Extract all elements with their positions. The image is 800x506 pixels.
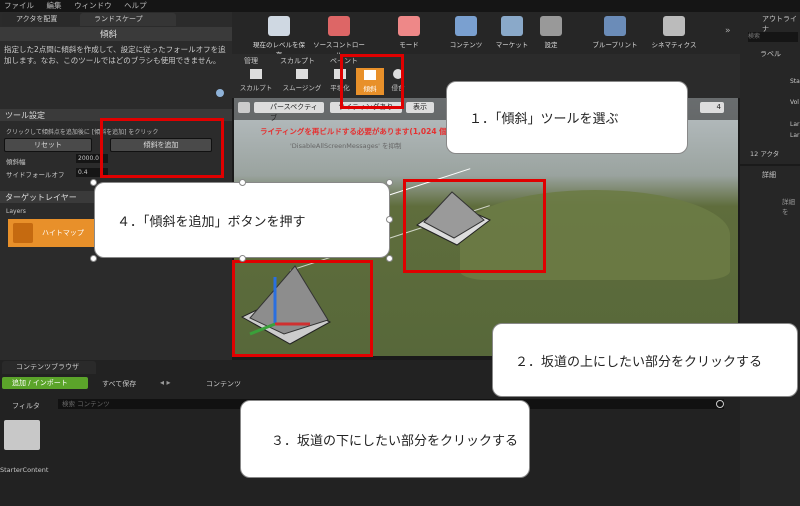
path-content[interactable]: コンテンツ xyxy=(206,379,241,389)
perspective-button[interactable]: パースペクティブ xyxy=(254,102,324,122)
save-all-button[interactable]: すべて保存 xyxy=(102,379,136,389)
cinematics-button[interactable]: シネマティクス xyxy=(645,14,703,54)
source-control-button[interactable]: ソースコントロール xyxy=(310,14,368,59)
folder-icon[interactable] xyxy=(4,420,40,450)
smooth-icon xyxy=(296,69,308,79)
highlight-add-ramp-button xyxy=(100,118,224,178)
callout-resize-handle xyxy=(386,179,393,186)
callout-step-4: ４．「傾斜を追加」ボタンを押す xyxy=(94,182,390,258)
save-icon xyxy=(268,16,290,36)
menu-help[interactable]: ヘルプ xyxy=(124,0,147,12)
save-level-button[interactable]: 現在のレベルを保存 xyxy=(250,14,308,59)
show-button[interactable]: 表示 xyxy=(406,102,434,113)
overflow-chevron-icon[interactable]: » xyxy=(725,26,731,36)
callout-resize-handle xyxy=(239,255,246,262)
callout-step-2: ２．坂道の上にしたい部分をクリックする xyxy=(492,323,798,397)
blueprint-icon xyxy=(604,16,626,36)
callout-resize-handle xyxy=(90,255,97,262)
modes-button[interactable]: モード xyxy=(380,14,438,54)
viewport-options-button[interactable] xyxy=(238,102,250,113)
callout-step-3: ３．坂道の下にしたい部分をクリックする xyxy=(240,400,530,478)
side-falloff-label: サイドフォールオフ xyxy=(6,171,65,179)
filter-button[interactable]: フィルタ xyxy=(12,401,40,411)
search-icon[interactable] xyxy=(716,400,724,408)
gear-icon xyxy=(540,16,562,36)
reset-button[interactable]: リセット xyxy=(4,138,92,152)
callout-resize-handle xyxy=(239,179,246,186)
callout-resize-handle xyxy=(386,216,393,223)
content-icon xyxy=(455,16,477,36)
screen-messages-hint: 'DisableAllScreenMessages' を抑制 xyxy=(290,142,402,150)
settings-button[interactable]: 設定 xyxy=(522,14,580,54)
tool-sculpt[interactable]: スカルプト xyxy=(237,68,275,94)
layers-label: Layers xyxy=(6,208,26,215)
camera-speed-button[interactable]: 4 xyxy=(700,102,724,113)
menu-bar: ファイル 編集 ウィンドウ ヘルプ xyxy=(0,0,800,12)
highlight-ramp-top xyxy=(403,179,546,273)
menu-edit[interactable]: 編集 xyxy=(47,0,62,12)
tool-title-bar: 傾斜 xyxy=(0,27,232,41)
modes-icon xyxy=(398,16,420,36)
outliner-item[interactable]: Sta xyxy=(790,78,800,85)
tab-landscape[interactable]: ランドスケープ xyxy=(80,13,176,26)
tab-sculpt[interactable]: スカルプト xyxy=(280,56,315,66)
source-control-icon xyxy=(328,16,350,36)
folder-label: StarterContent xyxy=(0,466,49,474)
menu-window[interactable]: ウィンドウ xyxy=(74,0,112,12)
heightmap-icon xyxy=(13,223,33,243)
outliner-item[interactable]: Lar xyxy=(790,132,800,139)
highlight-ramp-bottom xyxy=(232,260,373,357)
tool-title: 傾斜 xyxy=(100,30,118,40)
callout-resize-handle xyxy=(386,255,393,262)
callout-step-1: １．「傾斜」ツールを選ぶ xyxy=(446,81,688,154)
details-body: 詳細を xyxy=(782,198,795,216)
outliner-item[interactable]: Vol xyxy=(790,99,799,106)
outliner-item[interactable]: Lar xyxy=(790,121,800,128)
outliner-label-column[interactable]: ラベル xyxy=(760,49,781,59)
add-import-button[interactable]: 追加 / インポート xyxy=(2,377,88,389)
heightmap-layer[interactable]: ハイトマップ xyxy=(8,219,98,247)
ramp-width-label: 傾斜幅 xyxy=(6,158,26,166)
menu-file[interactable]: ファイル xyxy=(4,0,34,12)
tab-place-actors[interactable]: アクタを配置 xyxy=(2,13,86,26)
history-arrows-icon[interactable]: ◂ ▸ xyxy=(160,378,171,387)
highlight-ramp-tool xyxy=(340,54,404,109)
content-browser-tab[interactable]: コンテンツブラウザ xyxy=(2,361,96,374)
outliner-search[interactable]: 検索 xyxy=(748,32,798,42)
tool-description: 指定した2点間に傾斜を作成して、設定に従ったフォールオフを追加します。なお、この… xyxy=(4,45,226,65)
marketplace-icon xyxy=(501,16,523,36)
tool-smooth[interactable]: スムージング xyxy=(280,68,324,94)
callout-resize-handle xyxy=(90,179,97,186)
tab-manage[interactable]: 管理 xyxy=(244,56,258,66)
blueprints-button[interactable]: ブループリント xyxy=(586,14,644,54)
details-title: 詳細 xyxy=(762,171,776,179)
sculpt-brush-icon xyxy=(250,69,262,79)
globe-icon xyxy=(216,89,224,97)
lighting-warning: ライティングを再ビルドする必要があります(1,024 個 xyxy=(260,127,447,136)
actor-count: 12 アクタ xyxy=(750,150,780,158)
clapper-icon xyxy=(663,16,685,36)
outliner-title: アウトライナ xyxy=(762,15,797,33)
